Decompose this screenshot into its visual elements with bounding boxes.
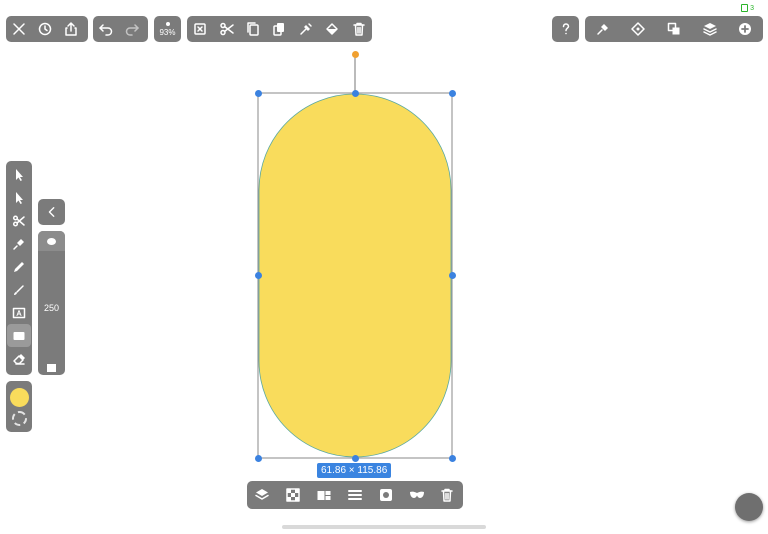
resize-handle-left[interactable] [255,272,262,279]
opacity-button[interactable] [280,482,306,508]
mask-icon [409,491,424,498]
arrange-layers-button[interactable] [249,482,275,508]
canvas[interactable] [0,0,768,534]
resize-handle-top[interactable] [352,90,359,97]
stadium-shape[interactable] [258,93,452,458]
dimensions-label: 61.86 × 115.86 [317,463,392,478]
resize-handle-bottom[interactable] [352,455,359,462]
home-indicator [282,525,486,529]
delete-shape-button[interactable] [434,482,460,508]
resize-handle-top-right[interactable] [449,90,456,97]
align-button[interactable] [311,482,337,508]
rotation-handle[interactable] [352,51,359,58]
layers-icon [255,489,270,500]
mask-shape-button[interactable] [373,482,399,508]
align-icon [317,491,331,500]
trash-icon [441,488,454,502]
checkerboard-icon [286,488,301,502]
circle-square-icon [379,489,392,501]
context-toolbar [247,481,463,509]
distribute-button[interactable] [342,482,368,508]
distribute-icon [347,490,362,500]
resize-handle-top-left[interactable] [255,90,262,97]
resize-handle-bottom-left[interactable] [255,455,262,462]
resize-handle-right[interactable] [449,272,456,279]
assistive-touch-button[interactable] [735,493,763,521]
resize-handle-bottom-right[interactable] [449,455,456,462]
mask-button[interactable] [404,482,430,508]
